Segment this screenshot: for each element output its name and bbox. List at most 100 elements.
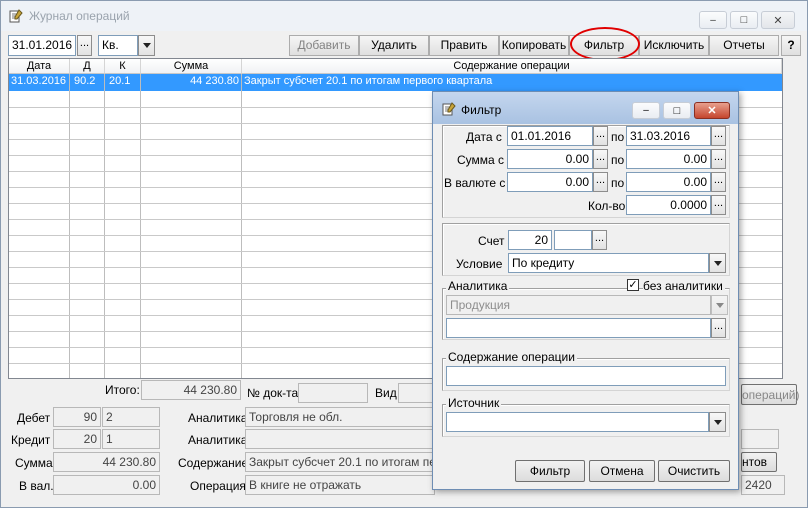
cell-sum: 44 230.80: [141, 74, 242, 90]
content-filter-label: Содержание операции: [446, 350, 577, 364]
chevron-down-icon: [715, 302, 724, 308]
kind-field[interactable]: [398, 383, 434, 403]
sum-from-label: Сумма с: [457, 153, 505, 167]
operation-value: В книге не отражать: [245, 475, 435, 495]
date-from-label: Дата с: [466, 130, 502, 144]
date-to-picker[interactable]: ...: [711, 126, 726, 146]
apply-filter-button[interactable]: Фильтр: [515, 460, 585, 482]
date-from-field[interactable]: 01.01.2016: [507, 126, 593, 146]
analytics-dropdown-button[interactable]: [711, 295, 728, 315]
chevron-down-icon: [142, 43, 151, 48]
content-filter-field[interactable]: [446, 366, 726, 386]
date-field[interactable]: 31.01.2016: [8, 35, 76, 56]
sum-from-picker[interactable]: ...: [593, 149, 608, 169]
right-value: 2420: [741, 475, 785, 495]
filter-dialog-titlebar: Фильтр – □ ✕: [433, 92, 738, 124]
analytics1-label: Аналитика: [188, 411, 248, 425]
account-picker[interactable]: ...: [592, 230, 607, 250]
cell-content: Закрыт субсчет 20.1 по итогам первого кв…: [244, 75, 493, 87]
journal-operations-button[interactable]: операций): [741, 384, 799, 405]
close-icon: ✕: [707, 105, 717, 117]
sum-from-field[interactable]: 0.00: [507, 149, 593, 169]
col-header-content[interactable]: Содержание операции: [242, 59, 782, 74]
chevron-down-icon: [713, 419, 722, 425]
doc-number-field[interactable]: [298, 383, 368, 403]
source-select[interactable]: [446, 412, 709, 432]
no-analytics-checkbox[interactable]: ✓: [627, 279, 639, 291]
source-dropdown-button[interactable]: [709, 412, 726, 432]
period-select[interactable]: Кв.: [98, 35, 138, 56]
quantity-label: Кол-во: [588, 199, 626, 213]
minimize-button[interactable]: –: [699, 11, 727, 29]
currency-from-label: В валюте с: [444, 176, 506, 190]
content-value: Закрыт субсчет 20.1 по итогам перв: [245, 452, 435, 472]
col-header-credit[interactable]: К: [105, 59, 141, 74]
currency-to-picker[interactable]: ...: [711, 172, 726, 192]
delete-button[interactable]: Удалить: [359, 35, 429, 56]
total-value: 44 230.80: [141, 380, 241, 400]
currency-from-field[interactable]: 0.00: [507, 172, 593, 192]
edit-button[interactable]: Править: [429, 35, 499, 56]
condition-dropdown-button[interactable]: [709, 253, 726, 273]
help-button[interactable]: ?: [781, 35, 801, 56]
maximize-icon: □: [673, 104, 681, 117]
clear-button[interactable]: Очистить: [658, 460, 730, 482]
close-icon: ✕: [773, 14, 783, 27]
col-header-debit[interactable]: Д: [70, 59, 105, 74]
analytics2-label: Аналитика: [188, 433, 248, 447]
maximize-button[interactable]: □: [730, 11, 758, 29]
currency-from-picker[interactable]: ...: [593, 172, 608, 192]
add-button[interactable]: Добавить: [289, 35, 359, 56]
currency-to-field[interactable]: 0.00: [626, 172, 711, 192]
minimize-icon: –: [643, 105, 649, 116]
currency-label: В вал.: [19, 479, 54, 493]
col-header-sum[interactable]: Сумма: [141, 59, 242, 74]
period-dropdown-button[interactable]: [138, 35, 155, 56]
date-to-field[interactable]: 31.03.2016: [626, 126, 711, 146]
documents-button[interactable]: нтов: [741, 452, 777, 472]
filter-app-icon: [442, 102, 456, 116]
filter-maximize-button[interactable]: □: [663, 102, 691, 119]
filter-highlight-ellipse: [570, 27, 640, 61]
total-label: Итого:: [105, 383, 140, 397]
analytics-select[interactable]: Продукция: [446, 295, 711, 315]
sum-to-picker[interactable]: ...: [711, 149, 726, 169]
analytics2-value: [245, 429, 435, 449]
filter-minimize-button[interactable]: –: [632, 102, 660, 119]
col-header-date[interactable]: Дата: [9, 59, 70, 74]
kind-label: Вид: [375, 386, 397, 400]
debit-label: Дебет: [17, 411, 51, 425]
cancel-button[interactable]: Отмена: [589, 460, 655, 482]
date-to-label: по: [611, 130, 625, 144]
reports-button[interactable]: Отчеты: [709, 35, 779, 56]
chevron-down-icon: [713, 260, 722, 266]
quantity-field[interactable]: 0.0000: [626, 195, 711, 215]
account-label: Счет: [478, 234, 505, 248]
window-title: Журнал операций: [29, 9, 130, 23]
filter-close-button[interactable]: ✕: [694, 102, 730, 119]
content-label: Содержание: [178, 456, 249, 470]
cell-date: 31.03.2016: [9, 74, 70, 90]
condition-select[interactable]: По кредиту: [508, 253, 709, 273]
sum-to-field[interactable]: 0.00: [626, 149, 711, 169]
app-journal-icon: [9, 9, 23, 23]
sum-label: Сумма: [15, 456, 53, 470]
analytics1-value: Торговля не обл.: [245, 407, 435, 427]
table-row[interactable]: 31.03.2016 90.2 20.1 44 230.80 Закрыт су…: [9, 74, 782, 91]
date-picker-button[interactable]: ...: [77, 35, 92, 56]
analytics-label: Аналитика: [446, 279, 510, 293]
minimize-icon: –: [710, 14, 716, 26]
subaccount-field[interactable]: [554, 230, 592, 250]
quantity-picker[interactable]: ...: [711, 195, 726, 215]
cell-credit: 20.1: [105, 74, 141, 90]
filter-dialog-title: Фильтр: [461, 103, 502, 117]
condition-label: Условие: [456, 257, 503, 271]
close-button[interactable]: ✕: [761, 11, 795, 29]
exclude-button[interactable]: Исключить: [639, 35, 709, 56]
date-from-picker[interactable]: ...: [593, 126, 608, 146]
source-label: Источник: [446, 396, 502, 410]
analytics-value-field[interactable]: [446, 318, 711, 338]
copy-button[interactable]: Копировать: [499, 35, 569, 56]
analytics-value-picker[interactable]: ...: [711, 318, 726, 338]
account-field[interactable]: 20: [508, 230, 552, 250]
